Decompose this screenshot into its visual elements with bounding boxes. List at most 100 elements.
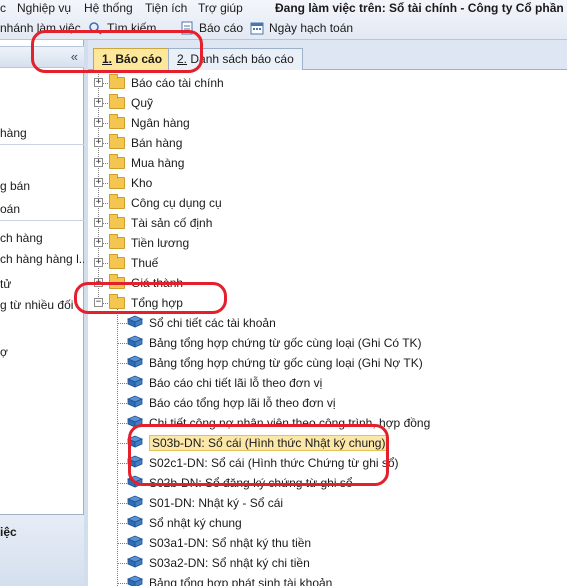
tree-folder[interactable]: Quỹ [109, 93, 153, 113]
left-panel: « hàng g bán oán ch hàng ch hàng hàng l.… [0, 40, 89, 586]
tree-report-item[interactable]: Sổ chi tiết các tài khoản [126, 313, 276, 333]
tree-folder[interactable]: Bán hàng [109, 133, 182, 153]
tree-folder-label: Báo cáo tài chính [131, 76, 224, 90]
menu-item-partial[interactable]: c [0, 0, 6, 16]
tab-strip: 1. Báo cáo 2. Danh sách báo cáo [88, 40, 567, 70]
tree-connector [118, 463, 127, 464]
left-item-ban[interactable]: g bán [0, 179, 30, 193]
tree-folder[interactable]: Công cụ dụng cụ [109, 193, 222, 213]
tree-report-item[interactable]: S03a2-DN: Sổ nhật ký chi tiền [126, 553, 310, 573]
search-button[interactable]: Tìm kiếm [88, 20, 156, 36]
left-item-no[interactable]: ợ [0, 345, 8, 359]
tree-folder-label: Công cụ dụng cụ [131, 196, 222, 210]
report-book-icon [126, 495, 144, 512]
tree-report-item[interactable]: S01-DN: Nhật ký - Sổ cái [126, 493, 283, 513]
tree-connector [118, 363, 127, 364]
expand-icon[interactable]: + [94, 158, 103, 167]
left-item-tu[interactable]: tử [0, 277, 11, 291]
left-footer-label[interactable]: iệc [0, 525, 17, 539]
left-item-ch-hang-l[interactable]: ch hàng hàng l... [0, 252, 89, 266]
expand-icon[interactable]: + [94, 198, 103, 207]
report-book-icon [126, 575, 144, 586]
folder-icon [109, 294, 125, 309]
tree-folder[interactable]: Tiền lương [109, 233, 189, 253]
expand-icon[interactable]: + [94, 238, 103, 247]
tree-report-label: Sổ nhật ký chung [149, 516, 242, 530]
left-item-nhieu-doi[interactable]: g từ nhiều đối [0, 298, 73, 312]
left-item-ch-hang[interactable]: ch hàng [0, 231, 43, 245]
tree-report-item[interactable]: Bảng tổng hợp chứng từ gốc cùng loại (Gh… [126, 353, 423, 373]
tree-report-item[interactable]: Bảng tổng hợp chứng từ gốc cùng loại (Gh… [126, 333, 422, 353]
report-book-icon [126, 375, 144, 392]
expand-icon[interactable]: + [94, 138, 103, 147]
tree-connector [118, 423, 127, 424]
report-label: Báo cáo [199, 21, 244, 35]
menu-tien-ich[interactable]: Tiện ích [145, 0, 187, 16]
tree-report-item[interactable]: Báo cáo tổng hợp lãi lỗ theo đơn vị [126, 393, 336, 413]
tree-connector [118, 503, 127, 504]
menu-tro-giup[interactable]: Trợ giúp [198, 0, 243, 16]
tree-folder[interactable]: Báo cáo tài chính [109, 73, 224, 93]
branch-button[interactable]: nhánh làm việc [0, 20, 81, 36]
tab-danh-sach-bao-cao[interactable]: 2. Danh sách báo cáo [168, 48, 303, 70]
collapse-panel-icon[interactable]: « [71, 49, 78, 64]
folder-icon [109, 114, 125, 129]
menu-nghiep-vu[interactable]: Nghiệp vụ [17, 0, 71, 16]
tree-report-label: Bảng tổng hợp chứng từ gốc cùng loại (Gh… [149, 336, 422, 350]
tree-report-item[interactable]: S03b-DN: Sổ cái (Hình thức Nhật ký chung… [126, 433, 389, 453]
search-icon [89, 22, 102, 35]
report-book-icon [126, 415, 144, 432]
tree-folder[interactable]: Tài sản cố định [109, 213, 212, 233]
tool-row: nhánh làm việc Tìm kiếm Báo cáo Ngày hạc… [0, 18, 567, 40]
tree-folder-label: Kho [131, 176, 153, 190]
tree-folder[interactable]: Giá thành [109, 273, 183, 293]
tree-report-item[interactable]: S03a1-DN: Sổ nhật ký thu tiền [126, 533, 311, 553]
tree-connector [118, 583, 127, 584]
expand-icon[interactable]: + [94, 278, 103, 287]
tree-report-label: S02b-DN: Sổ đăng ký chứng từ ghi sổ [149, 476, 353, 490]
expand-icon[interactable]: + [94, 118, 103, 127]
tree-report-item[interactable]: Sổ nhật ký chung [126, 513, 242, 533]
tree-report-item[interactable]: Chi tiết công nợ nhân viên theo công trì… [126, 413, 430, 433]
tree-folder-label: Ngân hàng [131, 116, 190, 130]
tree-report-item[interactable]: S02b-DN: Sổ đăng ký chứng từ ghi sổ [126, 473, 353, 493]
tree-folder[interactable]: Mua hàng [109, 153, 184, 173]
branch-label: nhánh làm việc [0, 21, 81, 35]
report-button[interactable]: Báo cáo [180, 20, 243, 36]
tree-report-item[interactable]: Báo cáo chi tiết lãi lỗ theo đơn vị [126, 373, 323, 393]
left-item-toan[interactable]: oán [0, 202, 20, 216]
report-tree: + Báo cáo tài chính + Quỹ + Ngân hàng + Bán hàn… [88, 71, 567, 586]
report-book-icon [126, 395, 144, 412]
tree-connector [118, 483, 127, 484]
left-panel-header: « [0, 46, 84, 68]
expand-icon[interactable]: + [94, 98, 103, 107]
tree-connector [117, 309, 118, 586]
tree-folder[interactable]: Kho [109, 173, 152, 193]
tree-folder-label: Mua hàng [131, 156, 185, 170]
posting-date-button[interactable]: Ngày hạch toán [250, 20, 353, 36]
report-icon [181, 21, 193, 35]
left-item-hang[interactable]: hàng [0, 126, 27, 140]
window-title: Đang làm việc trên: Sổ tài chính - Công … [275, 1, 567, 15]
tree-report-label: Bảng tổng hợp chứng từ gốc cùng loại (Gh… [149, 356, 423, 370]
tree-connector [118, 383, 127, 384]
folder-icon [109, 194, 125, 209]
expand-icon[interactable]: + [94, 78, 103, 87]
tree-connector [118, 563, 127, 564]
menu-he-thong[interactable]: Hệ thống [84, 0, 133, 16]
tree-report-item[interactable]: S02c1-DN: Sổ cái (Hình thức Chứng từ ghi… [126, 453, 399, 473]
expand-icon[interactable]: + [94, 218, 103, 227]
folder-icon [109, 174, 125, 189]
expand-icon[interactable]: + [94, 178, 103, 187]
tree-folder-label: Tiền lương [131, 236, 190, 250]
tree-report-label: Sổ chi tiết các tài khoản [149, 316, 276, 330]
tree-folder[interactable]: Ngân hàng [109, 113, 190, 133]
collapse-icon[interactable]: − [94, 298, 103, 307]
tree-folder[interactable]: Thuế [109, 253, 158, 273]
tree-folder-label: Giá thành [131, 276, 184, 290]
tree-report-item[interactable]: Bảng tổng hợp phát sinh tài khoản [126, 573, 332, 586]
tree-report-label: Báo cáo chi tiết lãi lỗ theo đơn vị [149, 376, 323, 390]
expand-icon[interactable]: + [94, 258, 103, 267]
tab-bao-cao[interactable]: 1. Báo cáo [93, 48, 172, 70]
tree-folder[interactable]: Tổng hợp [109, 293, 183, 313]
